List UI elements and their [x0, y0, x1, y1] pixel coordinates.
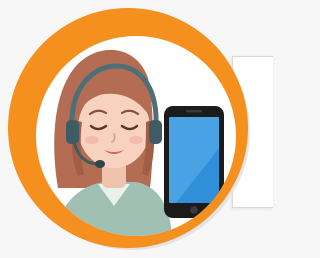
phone-home-button [190, 206, 198, 214]
illustration [54, 49, 224, 236]
headset-ear-left [66, 120, 79, 144]
headset-ear-right [149, 120, 162, 144]
cheek-right [129, 136, 143, 144]
phone-speaker [186, 110, 202, 113]
avatar-badge-inner [36, 36, 236, 236]
support-agent-icon [54, 49, 172, 236]
cheek-left [85, 136, 99, 144]
avatar-badge [8, 8, 248, 248]
headset-mic [95, 160, 105, 168]
smartphone-icon [164, 106, 224, 218]
